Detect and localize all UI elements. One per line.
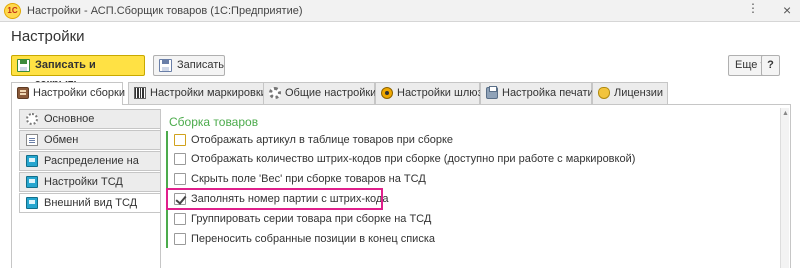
tsd-icon [26, 197, 38, 209]
sidebar-item-distribution[interactable]: Распределение на ТСД [19, 151, 161, 185]
sidebar-item-main[interactable]: Основное [19, 109, 161, 129]
settings-icon [17, 87, 29, 99]
tab-licenses[interactable]: Лицензии [592, 82, 668, 104]
page-title: Настройки [11, 28, 85, 45]
checkbox[interactable] [174, 153, 186, 165]
option-label: Отображать количество штрих-кодов при сб… [191, 153, 636, 165]
annotation-highlight-box [166, 188, 383, 210]
sidebar-item-tsd-appearance[interactable]: Внешний вид ТСД [19, 193, 161, 213]
checkbox[interactable] [174, 134, 186, 146]
vertical-scrollbar[interactable]: ▲ [780, 108, 789, 268]
sidebar-item-label: Внешний вид ТСД [44, 197, 138, 209]
window-title: Настройки - АСП.Сборщик товаров (1С:Пред… [27, 5, 303, 17]
tab-label: Настройка печати [502, 87, 594, 99]
tsd-icon [26, 176, 38, 188]
save-icon [159, 59, 172, 72]
window-titlebar: 1С Настройки - АСП.Сборщик товаров (1С:П… [0, 0, 800, 22]
save-label: Записать [177, 59, 225, 71]
tab-label: Настройки маркировки [150, 87, 267, 99]
settings-sidebar: Основное Обмен Распределение на ТСД Наст… [19, 109, 161, 214]
tab-label: Настройки шлюз [397, 87, 483, 99]
sidebar-item-label: Обмен [44, 134, 79, 146]
checkbox[interactable] [174, 233, 186, 245]
gateway-icon [381, 87, 393, 99]
option-label: Скрыть поле 'Вес' при сборке товаров на … [191, 173, 426, 185]
sidebar-item-label: Основное [44, 113, 95, 125]
tab-print-settings[interactable]: Настройка печати [480, 82, 594, 104]
option-label: Переносить собранные позиции в конец спи… [191, 233, 435, 245]
tab-assembly-settings[interactable]: Настройки сборки [11, 82, 125, 105]
save-button[interactable]: Записать [153, 55, 225, 76]
option-label: Отображать артикул в таблице товаров при… [191, 134, 454, 146]
tab-label: Настройки сборки [33, 87, 125, 99]
window-menu-icon[interactable]: ⋮ [747, 1, 760, 15]
settings-tabs: Настройки сборки Настройки маркировки Об… [11, 82, 791, 105]
document-icon [26, 134, 38, 146]
window-close-icon[interactable]: × [783, 2, 791, 18]
printer-icon [486, 86, 498, 99]
checkbox[interactable] [174, 213, 186, 225]
tab-gateway-settings[interactable]: Настройки шлюз [375, 82, 483, 104]
tab-label: Общие настройки [285, 87, 377, 99]
checkbox[interactable] [174, 173, 186, 185]
barcode-icon [134, 87, 146, 99]
app-logo-icon: 1С [4, 3, 21, 19]
option-label: Группировать серии товара при сборке на … [191, 213, 432, 225]
sidebar-item-label: Настройки ТСД [44, 176, 123, 188]
sidebar-item-tsd-settings[interactable]: Настройки ТСД [19, 172, 161, 192]
scroll-up-arrow-icon[interactable]: ▲ [782, 110, 789, 117]
tab-marking-settings[interactable]: Настройки маркировки [128, 82, 267, 104]
tab-general-settings[interactable]: Общие настройки [263, 82, 377, 104]
gear-icon [269, 87, 281, 99]
cog-icon [26, 113, 38, 125]
sidebar-divider [160, 109, 161, 268]
sidebar-item-exchange[interactable]: Обмен [19, 130, 161, 150]
tab-label: Лицензии [614, 87, 664, 99]
save-and-close-button[interactable]: Записать и закрыть [11, 55, 145, 90]
save-close-icon [17, 59, 30, 72]
group-title: Сборка товаров [169, 115, 259, 129]
tsd-icon [26, 155, 38, 167]
help-button[interactable]: ? [761, 55, 780, 76]
license-icon [598, 87, 610, 99]
